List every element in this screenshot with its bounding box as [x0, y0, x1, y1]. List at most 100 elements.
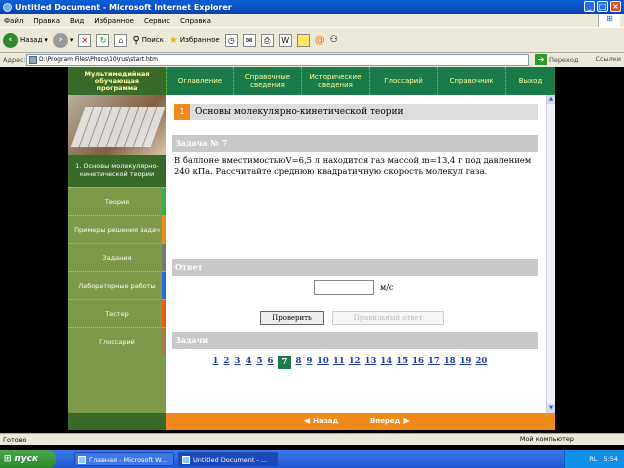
page-link[interactable]: 11	[333, 356, 345, 369]
forward-button[interactable]: › ▾	[52, 32, 73, 48]
page-link[interactable]: 14	[380, 356, 392, 369]
menu-file[interactable]: Файл	[4, 17, 23, 25]
system-tray: RL 5:54	[564, 450, 624, 468]
windows-flag-icon: ⊞	[4, 454, 12, 464]
toolbar: ‹ Назад ▾ › ▾ ✕ ↻ ⌂ ⚲ Поиск ★ Избранное …	[0, 27, 624, 53]
close-button[interactable]: ×	[610, 1, 621, 12]
print-icon[interactable]: ⎙	[260, 33, 274, 47]
status-bar: Готово Мой компьютер	[0, 433, 624, 445]
title-bar: Untitled Document - Microsoft Internet E…	[0, 0, 624, 14]
taskbar: ⊞ пуск Главная - Microsoft W... Untitled…	[0, 450, 624, 468]
links-label[interactable]: Ссылки	[595, 55, 621, 63]
page-link[interactable]: 20	[475, 356, 487, 369]
page-link[interactable]: 2	[223, 356, 230, 369]
sidebar-item-tester[interactable]: Тестер	[68, 299, 166, 327]
menu-view[interactable]: Вид	[70, 17, 84, 25]
folder-icon[interactable]	[296, 33, 310, 47]
start-button[interactable]: ⊞ пуск	[0, 450, 56, 468]
scrollbar[interactable]: ▲ ▼	[546, 95, 555, 413]
page-link[interactable]: 13	[365, 356, 377, 369]
minimize-button[interactable]: _	[584, 1, 595, 12]
ie-icon	[3, 2, 12, 12]
page-link[interactable]: 9	[306, 356, 313, 369]
search-button[interactable]: ⚲ Поиск	[132, 35, 164, 46]
sidebar-item-examples[interactable]: Примеры решения задач	[68, 215, 166, 243]
task-pagination: 1 2 3 4 5 6 7 8 9 10 11 12 13 14 15 16 1…	[212, 356, 487, 369]
home-icon[interactable]: ⌂	[114, 33, 128, 47]
left-arrow-icon: ◀	[304, 416, 311, 425]
menu-bar: Файл Правка Вид Избранное Сервис Справка…	[0, 14, 624, 27]
nav-contents[interactable]: Оглавление	[166, 67, 233, 95]
page-link[interactable]: 17	[428, 356, 440, 369]
menu-help[interactable]: Справка	[180, 17, 211, 25]
right-answer-button[interactable]: Правильный ответ	[332, 311, 444, 325]
sidebar-item-tasks[interactable]: Задания	[68, 243, 166, 271]
favorites-label: Избранное	[179, 36, 220, 44]
sidebar: 1. Основы молекулярно-кинетической теори…	[68, 95, 166, 413]
go-arrow-icon: ➔	[535, 54, 547, 65]
edit-icon[interactable]: W	[278, 33, 292, 47]
go-button[interactable]: ➔ Переход	[535, 54, 578, 65]
address-input[interactable]: D:\Program Files\Phscs\10\rus\start.htm	[26, 54, 529, 66]
forward-nav-button[interactable]: Вперед ▶	[370, 416, 410, 425]
menu-tools[interactable]: Сервис	[144, 17, 170, 25]
page-link[interactable]: 19	[460, 356, 472, 369]
app-header: Мультимедийная обучающая программа Оглав…	[68, 67, 555, 95]
sidebar-item-glossary[interactable]: Глоссарий	[68, 327, 166, 355]
sidebar-item-label: Лабораторные работы	[78, 281, 156, 290]
topic-title: Основы молекулярно-кинетической теории	[195, 107, 404, 117]
taskbar-item-ie[interactable]: Untitled Document - ...	[178, 452, 278, 466]
footer-left	[68, 413, 166, 430]
back-nav-button[interactable]: ◀ Назад	[304, 416, 338, 425]
page-link[interactable]: 12	[349, 356, 361, 369]
refresh-icon[interactable]: ↻	[96, 33, 110, 47]
check-button[interactable]: Проверить	[260, 311, 324, 325]
current-page[interactable]: 7	[278, 356, 291, 369]
maximize-button[interactable]: □	[597, 1, 608, 12]
forward-nav-label: Вперед	[370, 416, 401, 425]
footer-bar: ◀ Назад Вперед ▶	[68, 413, 555, 430]
task-label: Untitled Document - ...	[193, 456, 268, 464]
messenger-icon[interactable]: ⚇	[330, 35, 338, 45]
at-icon[interactable]: @	[315, 35, 325, 46]
mail-icon[interactable]: ✉	[242, 33, 256, 47]
page-link[interactable]: 15	[396, 356, 408, 369]
scroll-down-icon[interactable]: ▼	[547, 404, 555, 413]
back-arrow-icon: ‹	[3, 32, 18, 48]
topic-heading: 1 Основы молекулярно-кинетической теории	[174, 104, 538, 120]
start-label: пуск	[14, 454, 39, 464]
page-link[interactable]: 6	[267, 356, 274, 369]
taskbar-item-word[interactable]: Главная - Microsoft W...	[74, 452, 174, 466]
answer-input[interactable]	[314, 280, 374, 295]
page-link[interactable]: 16	[412, 356, 424, 369]
sidebar-item-theory[interactable]: Теория	[68, 187, 166, 215]
language-indicator[interactable]: RL	[589, 455, 597, 463]
page-link[interactable]: 3	[234, 356, 241, 369]
page-link[interactable]: 8	[295, 356, 302, 369]
ie-icon	[182, 456, 190, 464]
history-icon[interactable]: ◷	[224, 33, 238, 47]
nav-glossary[interactable]: Глоссарий	[369, 67, 437, 95]
clock: 5:54	[603, 455, 618, 463]
back-button[interactable]: ‹ Назад ▾	[3, 32, 48, 48]
nav-handbook[interactable]: Справочник	[437, 67, 505, 95]
nav-historical-info[interactable]: Исторические сведения	[301, 67, 369, 95]
nav-reference-info[interactable]: Справочные сведения	[233, 67, 301, 95]
menu-favorites[interactable]: Избранное	[94, 17, 134, 25]
sidebar-item-labs[interactable]: Лабораторные работы	[68, 271, 166, 299]
page-link[interactable]: 5	[256, 356, 263, 369]
page-link[interactable]: 4	[245, 356, 252, 369]
address-value: D:\Program Files\Phscs\10\rus\start.htm	[39, 56, 159, 63]
page-link[interactable]: 10	[317, 356, 329, 369]
favorites-button[interactable]: ★ Избранное	[169, 35, 220, 46]
scroll-up-icon[interactable]: ▲	[547, 95, 555, 104]
page-link[interactable]: 18	[444, 356, 456, 369]
page-link[interactable]: 1	[212, 356, 219, 369]
search-label: Поиск	[141, 36, 164, 44]
topic-number: 1	[174, 104, 190, 120]
nav-exit[interactable]: Выход	[505, 67, 555, 95]
status-text: Готово	[3, 435, 27, 444]
word-icon	[78, 456, 86, 464]
stop-icon[interactable]: ✕	[78, 33, 92, 47]
menu-edit[interactable]: Правка	[33, 17, 60, 25]
